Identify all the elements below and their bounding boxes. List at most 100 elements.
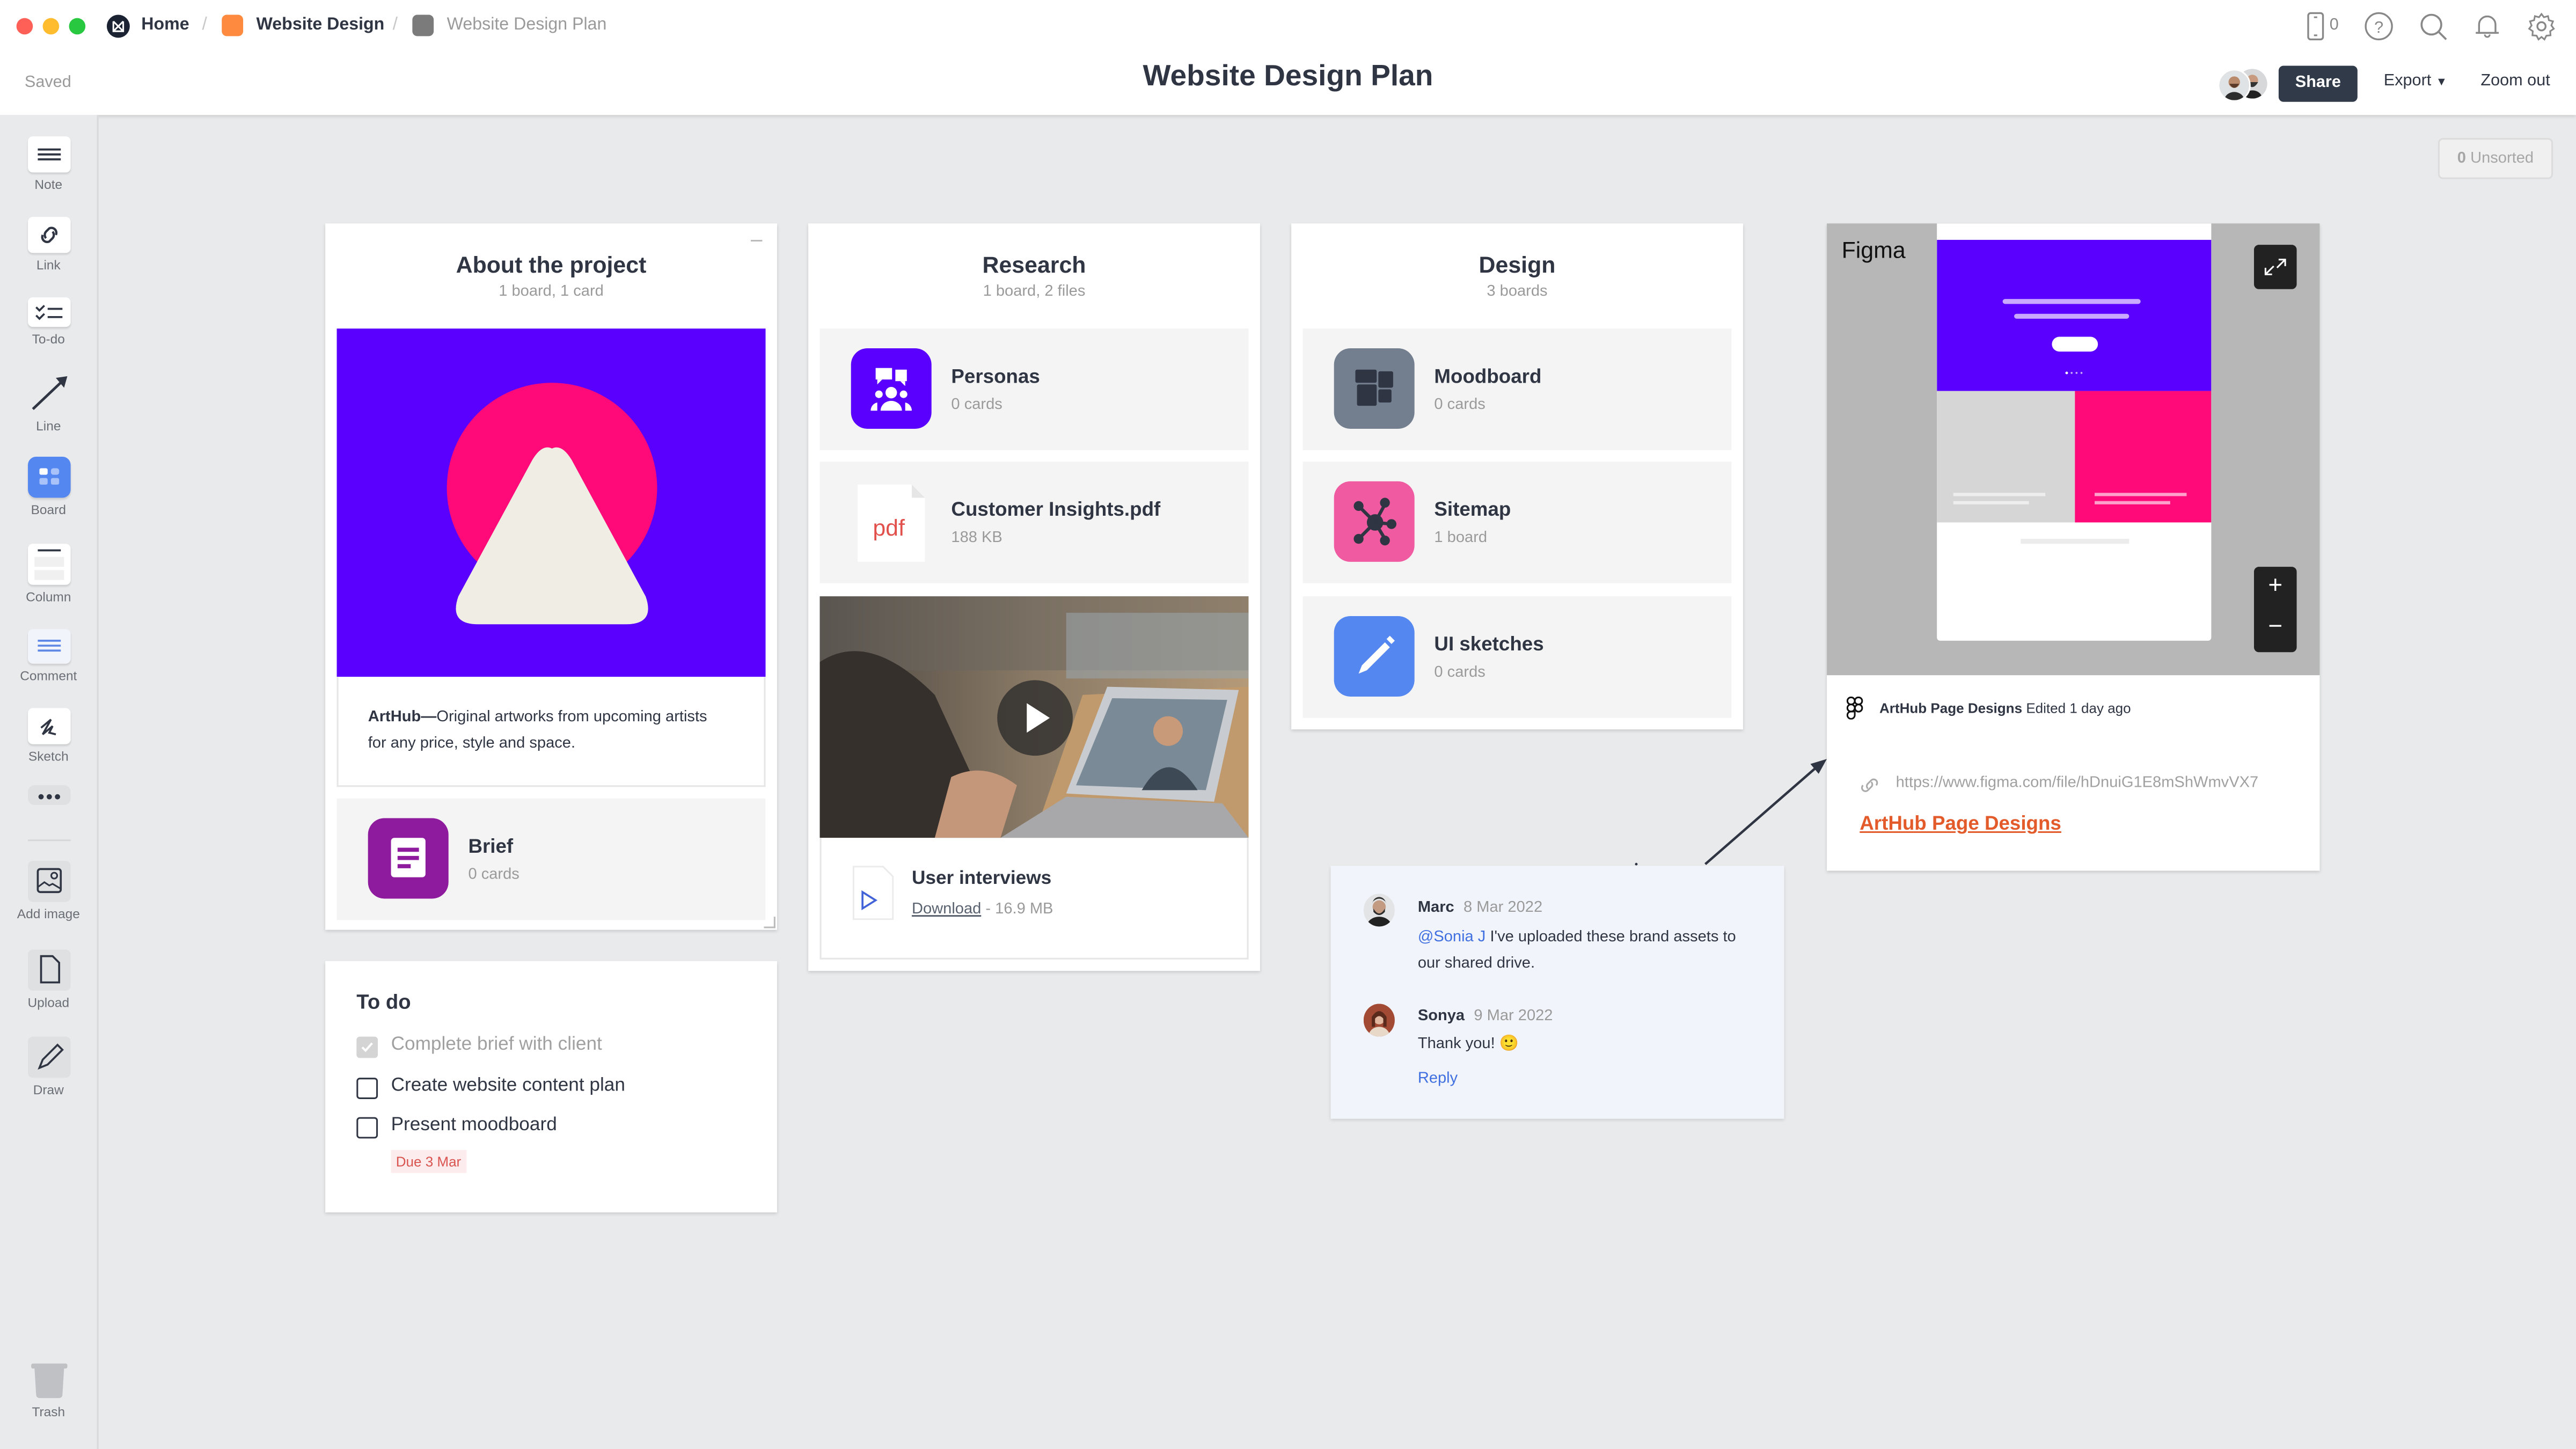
tool-todo[interactable]: To-do (0, 297, 97, 347)
todo-icon (27, 297, 70, 327)
column-research[interactable]: Research 1 board, 2 files Personas 0 car… (808, 223, 1260, 971)
tool-note[interactable]: Note (0, 136, 97, 192)
board-moodboard[interactable]: Moodboard 0 cards (1302, 328, 1732, 450)
artwork-image[interactable] (336, 328, 766, 677)
play-button[interactable] (997, 680, 1073, 756)
download-link[interactable]: Download (912, 901, 981, 919)
figma-embed-card[interactable]: Figma + − ArtHub Page Designs Edited 1 d… (1827, 223, 2320, 871)
due-date-badge[interactable]: Due 3 Mar (391, 1150, 466, 1173)
column-subtitle: 1 board, 1 card (499, 282, 604, 301)
comment-author: Sonya (1417, 1007, 1465, 1026)
board-personas[interactable]: Personas 0 cards (819, 328, 1249, 450)
moodboard-icon (1334, 348, 1415, 429)
tool-add-image[interactable]: Add image (0, 861, 97, 921)
gear-icon[interactable] (2527, 11, 2556, 41)
comment-thread[interactable]: Marc 8 Mar 2022 @Sonia J I've uploaded t… (1330, 866, 1784, 1119)
collaborator-avatar[interactable] (2218, 69, 2251, 102)
todo-item[interactable]: Present moodboard (356, 1115, 557, 1139)
top-bar: Home / Website Design / Website Design P… (0, 0, 2576, 115)
link-icon (1860, 774, 1879, 803)
video-thumbnail[interactable] (819, 596, 1249, 838)
collapse-icon[interactable] (750, 239, 763, 241)
tool-link[interactable]: Link (0, 217, 97, 273)
todo-label: Present moodboard (391, 1115, 557, 1136)
board-subtitle: 0 cards (1434, 663, 1485, 682)
export-dropdown[interactable]: Export ▼ (2384, 72, 2447, 91)
bell-icon[interactable] (2472, 11, 2502, 41)
todo-item[interactable]: Create website content plan (356, 1076, 625, 1099)
tool-label: Link (36, 258, 61, 273)
board-subtitle: 0 cards (1434, 396, 1485, 414)
todo-label: Complete brief with client (391, 1035, 602, 1055)
board-title: Moodboard (1434, 364, 1542, 388)
mention-link[interactable]: @Sonia J (1418, 928, 1486, 947)
board-icon (27, 457, 70, 498)
trash-button[interactable]: Trash (0, 1360, 97, 1419)
checkbox[interactable] (356, 1078, 378, 1099)
tool-label: Comment (20, 668, 77, 684)
pencil-icon (1334, 616, 1415, 697)
todo-item[interactable]: Complete brief with client (356, 1035, 602, 1058)
mobile-device-icon[interactable] (2302, 11, 2331, 41)
figma-file-meta: ArtHub Page Designs Edited 1 day ago (1879, 700, 2131, 716)
figma-preview[interactable]: Figma + − (1827, 223, 2320, 676)
connector-line[interactable] (1627, 748, 1840, 879)
window-close-button[interactable] (16, 18, 33, 35)
help-icon[interactable]: ? (2364, 11, 2394, 41)
tool-more[interactable] (0, 785, 97, 805)
trash-icon (29, 1360, 68, 1400)
figma-link-title[interactable]: ArtHub Page Designs (1860, 811, 2061, 835)
column-subtitle: 1 board, 2 files (983, 282, 1086, 301)
video-file-card[interactable]: User interviews Download - 16.9 MB (819, 838, 1249, 960)
tool-line[interactable]: Line (0, 371, 97, 434)
share-button[interactable]: Share (2278, 65, 2358, 102)
tool-upload[interactable]: Upload (0, 949, 97, 1011)
todo-list[interactable]: To do Complete brief with client Create … (325, 961, 777, 1213)
board-ui-sketches[interactable]: UI sketches 0 cards (1302, 596, 1732, 718)
window-maximize-button[interactable] (69, 18, 86, 35)
checkbox[interactable] (356, 1117, 378, 1139)
checkbox-checked[interactable] (356, 1036, 378, 1058)
note-card[interactable]: ArtHub—Original artworks from upcoming a… (336, 677, 766, 787)
figma-edited: Edited 1 day ago (2026, 700, 2131, 716)
comment-date: 8 Mar 2022 (1463, 898, 1543, 917)
column-design[interactable]: Design 3 boards Moodboard 0 cards Sitema… (1291, 223, 1743, 730)
board-sitemap[interactable]: Sitemap 1 board (1302, 462, 1732, 583)
sidebar-divider (28, 839, 71, 841)
unsorted-label: Unsorted (2470, 149, 2534, 168)
window-minimize-button[interactable] (42, 18, 60, 35)
figma-url[interactable]: https://www.figma.com/file/hDnuiG1E8mShW… (1896, 774, 2290, 792)
reply-button[interactable]: Reply (1418, 1070, 1458, 1088)
line-arrow-icon (27, 371, 70, 414)
resize-handle[interactable] (764, 917, 775, 928)
board-brief[interactable]: Brief 0 cards (336, 798, 766, 920)
file-customer-insights[interactable]: pdf Customer Insights.pdf 188 KB (819, 462, 1249, 583)
comment-author: Marc (1417, 898, 1454, 917)
zoom-in-button[interactable]: + (2254, 572, 2297, 599)
comment-body: @Sonia J I've uploaded these brand asset… (1418, 925, 1763, 977)
column-title: About the project (456, 251, 647, 278)
tool-board[interactable]: Board (0, 457, 97, 517)
breadcrumb-separator: / (392, 14, 398, 35)
tool-comment[interactable]: Comment (0, 629, 97, 683)
search-icon[interactable] (2418, 11, 2448, 41)
unsorted-button[interactable]: 0 Unsorted (2438, 138, 2553, 179)
zoom-out-button[interactable]: − (2254, 613, 2297, 641)
tool-label: Upload (27, 996, 70, 1011)
breadcrumb-home[interactable]: Home (141, 15, 189, 35)
zoom-out-button[interactable]: Zoom out (2480, 72, 2550, 91)
page-title: Website Design Plan (1143, 59, 1433, 92)
tool-sketch[interactable]: Sketch (0, 708, 97, 764)
board-title: UI sketches (1434, 632, 1544, 656)
design-frame (1937, 223, 2212, 641)
breadcrumb-current: Website Design Plan (447, 14, 607, 35)
expand-button[interactable] (2253, 245, 2297, 289)
tool-draw[interactable]: Draw (0, 1036, 97, 1097)
video-file-icon (852, 866, 894, 920)
column-about-the-project[interactable]: About the project 1 board, 1 card ArtHub… (325, 223, 777, 930)
breadcrumb-website-design[interactable]: Website Design (257, 15, 385, 35)
column-icon (27, 544, 70, 585)
export-label: Export (2383, 72, 2432, 91)
todo-title: To do (356, 990, 411, 1014)
tool-column[interactable]: Column (0, 544, 97, 605)
